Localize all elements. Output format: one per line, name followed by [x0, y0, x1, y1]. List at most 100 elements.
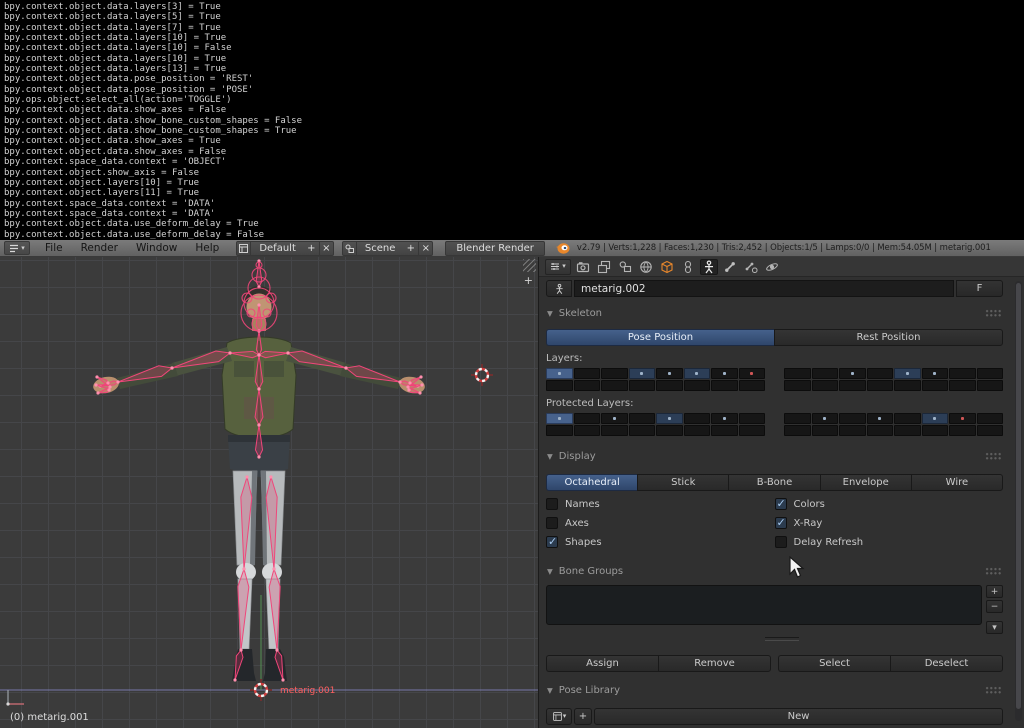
armature-layer-toggle[interactable] [866, 425, 893, 436]
armature-layer-toggle[interactable] [656, 380, 683, 391]
armature-layer-toggle[interactable] [949, 413, 976, 424]
colors-option[interactable]: Colors [774, 497, 1004, 511]
3d-viewport[interactable]: metarig.001 (0) metarig.001 + [0, 257, 538, 728]
mode-stick-button[interactable]: Stick [637, 474, 729, 491]
armature-layer-toggle[interactable] [656, 368, 683, 379]
armature-layer-toggle[interactable] [811, 368, 838, 379]
armature-layer-toggle[interactable] [573, 413, 600, 424]
armature-layer-toggle[interactable] [894, 380, 921, 391]
tab-render-layers[interactable] [595, 259, 613, 275]
tab-scene[interactable] [616, 259, 634, 275]
armature-layer-toggle[interactable] [921, 380, 948, 391]
menu-render[interactable]: Render [72, 242, 127, 254]
armature-layer-toggle[interactable] [976, 413, 1003, 424]
fake-user-button[interactable]: F [956, 280, 1003, 297]
select-button[interactable]: Select [778, 655, 890, 672]
editor-type-button[interactable]: ▾ [4, 241, 30, 255]
menu-file[interactable]: File [36, 242, 72, 254]
screen-layout-browse-button[interactable] [236, 240, 252, 256]
bone-groups-panel-header[interactable]: ▼ Bone Groups [539, 563, 1024, 579]
scene-name[interactable]: Scene [356, 240, 404, 256]
armature-layer-toggle[interactable] [811, 380, 838, 391]
armature-layer-toggle[interactable] [866, 368, 893, 379]
armature-layer-toggle[interactable] [839, 413, 866, 424]
axes-option[interactable]: Axes [546, 516, 775, 530]
region-expand-icon[interactable]: + [524, 274, 533, 287]
remove-button[interactable]: Remove [658, 655, 771, 672]
armature-layer-toggle[interactable] [894, 425, 921, 436]
armature-layer-toggle[interactable] [811, 425, 838, 436]
armature-layer-toggle[interactable] [738, 380, 765, 391]
armature-layer-toggle[interactable] [656, 425, 683, 436]
scrollbar-thumb[interactable] [1016, 283, 1021, 709]
pose-position-button[interactable]: Pose Position [546, 329, 774, 346]
armature-layer-toggle[interactable] [784, 425, 811, 436]
armature-layer-toggle[interactable] [976, 368, 1003, 379]
armature-layer-toggle[interactable] [683, 413, 710, 424]
add-layout-button[interactable]: + [303, 240, 319, 256]
tab-constraints[interactable] [679, 259, 697, 275]
skeleton-panel-header[interactable]: ▼ Skeleton [539, 305, 1024, 321]
delay-refresh-checkbox[interactable] [774, 536, 787, 548]
armature-layer-toggle[interactable] [628, 413, 655, 424]
colors-checkbox[interactable] [774, 497, 787, 510]
rest-position-button[interactable]: Rest Position [774, 329, 1003, 346]
add-scene-button[interactable]: + [403, 240, 419, 256]
panel-drag-grip[interactable] [985, 309, 1002, 317]
properties-editor-selector[interactable]: ▾ [545, 258, 571, 275]
armature-layer-toggle[interactable] [921, 413, 948, 424]
panel-drag-grip[interactable] [985, 686, 1002, 694]
armature-layer-toggle[interactable] [628, 368, 655, 379]
mode-envelope-button[interactable]: Envelope [819, 474, 911, 491]
pose-library-panel-header[interactable]: ▼ Pose Library [539, 682, 1024, 698]
armature-layer-toggle[interactable] [894, 368, 921, 379]
armature-layer-toggle[interactable] [784, 413, 811, 424]
screen-layout-name[interactable]: Default [251, 240, 304, 256]
properties-scrollbar[interactable] [1015, 281, 1022, 721]
armature-layer-toggle[interactable] [784, 380, 811, 391]
axes-checkbox[interactable] [546, 517, 558, 529]
mode-octahedral-button[interactable]: Octahedral [546, 474, 638, 491]
menu-window[interactable]: Window [127, 242, 186, 254]
tab-render[interactable] [574, 259, 592, 275]
menu-help[interactable]: Help [186, 242, 228, 254]
armature-layer-toggle[interactable] [921, 425, 948, 436]
assign-button[interactable]: Assign [546, 655, 658, 672]
armature-layer-toggle[interactable] [711, 425, 738, 436]
close-scene-button[interactable]: × [418, 240, 434, 256]
tab-object[interactable] [658, 259, 676, 275]
armature-layer-toggle[interactable] [683, 425, 710, 436]
region-corner-grip[interactable] [523, 259, 536, 272]
armature-layer-toggle[interactable] [601, 413, 628, 424]
new-pose-library-button[interactable]: New [594, 708, 1003, 725]
names-checkbox[interactable] [546, 498, 558, 510]
armature-layer-toggle[interactable] [546, 425, 573, 436]
shapes-checkbox[interactable] [546, 535, 558, 548]
armature-layer-toggle[interactable] [976, 380, 1003, 391]
panel-drag-grip[interactable] [985, 567, 1002, 575]
armature-layer-toggle[interactable] [949, 368, 976, 379]
names-option[interactable]: Names [546, 497, 775, 511]
panel-drag-grip[interactable] [985, 452, 1002, 460]
armature-layer-toggle[interactable] [546, 368, 573, 379]
armature-layer-toggle[interactable] [711, 380, 738, 391]
armature-layer-toggle[interactable] [546, 413, 573, 424]
armature-layer-toggle[interactable] [628, 380, 655, 391]
armature-layer-toggle[interactable] [738, 425, 765, 436]
armature-layer-toggle[interactable] [738, 368, 765, 379]
armature-name-field[interactable]: metarig.002 [574, 280, 954, 297]
armature-layer-toggle[interactable] [628, 425, 655, 436]
armature-layer-toggle[interactable] [573, 380, 600, 391]
xray-checkbox[interactable] [774, 516, 787, 529]
display-panel-header[interactable]: ▼ Display [539, 448, 1024, 464]
armature-layer-toggle[interactable] [811, 413, 838, 424]
armature-layer-toggle[interactable] [866, 380, 893, 391]
add-bone-group-button[interactable]: + [986, 585, 1003, 598]
tab-bone-constraints[interactable] [742, 259, 760, 275]
armature-browse-button[interactable] [546, 280, 572, 297]
deselect-button[interactable]: Deselect [890, 655, 1003, 672]
shapes-option[interactable]: Shapes [546, 535, 775, 549]
pose-library-add-icon[interactable]: + [574, 708, 592, 725]
render-engine-select[interactable]: Blender Render [445, 240, 545, 256]
armature-layer-toggle[interactable] [976, 425, 1003, 436]
